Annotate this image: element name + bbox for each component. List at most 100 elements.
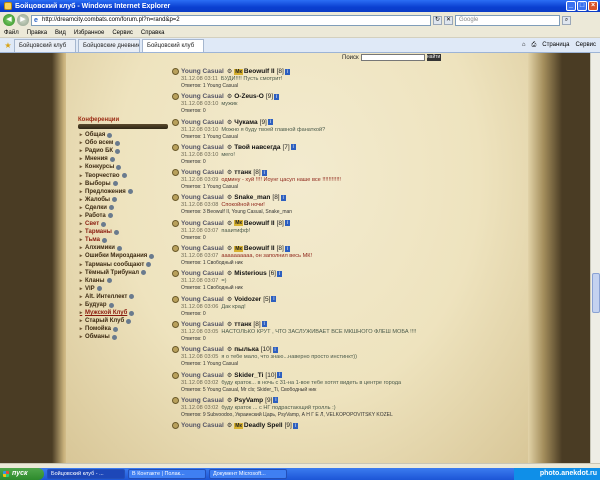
tab-1[interactable]: Бойцовский клуб <box>14 39 76 52</box>
task-item[interactable]: Бойцовский клуб - ... <box>47 469 125 479</box>
print-icon[interactable]: ⎙ <box>531 39 536 52</box>
tools-menu[interactable]: Сервис <box>575 39 596 52</box>
search-icon[interactable]: ⌕ <box>562 15 571 25</box>
refresh-icon[interactable]: ↻ <box>433 15 442 25</box>
start-button[interactable]: пуск <box>0 468 44 480</box>
post-author[interactable]: Young Casual <box>181 119 224 126</box>
post-message[interactable]: 31.12.08 03:07 аааааааааа, он заполнил ве… <box>172 253 522 260</box>
post-target-user[interactable]: Deadly Spell <box>244 422 283 429</box>
post-author[interactable]: Young Casual <box>181 220 224 227</box>
sidebar-item[interactable]: ▸ Тёмный Трибунал <box>78 269 168 277</box>
sidebar-item[interactable]: ▸ Конкурсы <box>78 163 168 171</box>
user-info-icon[interactable]: i <box>261 169 267 176</box>
sidebar-item[interactable]: ▸ Ошибки Мироздания <box>78 252 168 260</box>
post-target-user[interactable]: Skider_Ti <box>234 372 263 379</box>
post-author[interactable]: Young Casual <box>181 245 224 252</box>
sidebar-item[interactable]: ▸ Творчество <box>78 171 168 179</box>
post-author[interactable]: Young Casual <box>181 169 224 176</box>
post-message[interactable]: 31.12.08 03:05 НАСТОЛЬКО КРУТ , ЧТО ЗАСЛУ… <box>172 329 522 336</box>
stop-icon[interactable]: ✕ <box>444 15 453 25</box>
user-info-icon[interactable]: i <box>284 220 290 227</box>
post-author[interactable]: Young Casual <box>181 372 224 379</box>
favorites-star-icon[interactable]: ★ <box>2 40 14 52</box>
post-message[interactable]: 31.12.08 03:07 =) <box>172 278 522 285</box>
post-author[interactable]: Young Casual <box>181 422 224 429</box>
post-target-user[interactable]: Misterious <box>234 270 267 277</box>
sidebar-item[interactable]: ▸ Общая <box>78 131 168 139</box>
sidebar-item[interactable]: ▸ Выборы <box>78 180 168 188</box>
user-info-icon[interactable]: i <box>261 321 267 328</box>
post-target-user[interactable]: ттанк <box>234 321 251 328</box>
sidebar-item[interactable]: ▸ Алхимики <box>78 244 168 252</box>
user-info-icon[interactable]: i <box>271 296 277 303</box>
sidebar-item[interactable]: ▸ Обманы <box>78 333 168 341</box>
forward-button[interactable]: ▶ <box>17 14 29 26</box>
sidebar-item[interactable]: ▸ Тарманы <box>78 228 168 236</box>
sidebar-item[interactable]: ▸ Помойка <box>78 325 168 333</box>
post-target-user[interactable]: Snake_man <box>234 194 270 201</box>
post-target-user[interactable]: Beowulf II <box>244 245 275 252</box>
post-target-user[interactable]: Чукама <box>234 119 257 126</box>
scrollbar[interactable] <box>590 53 600 463</box>
page-menu[interactable]: Страница <box>542 39 569 52</box>
sidebar-item[interactable]: ▸ Работа <box>78 212 168 220</box>
user-info-icon[interactable]: i <box>284 68 290 75</box>
sidebar-item[interactable]: ▸ Будуар <box>78 301 168 309</box>
close-button[interactable]: × <box>588 1 598 11</box>
post-message[interactable]: 31.12.08 03:10 мужик <box>172 101 522 108</box>
post-target-user[interactable]: O-Zeus-O <box>234 93 264 100</box>
sidebar-item[interactable]: ▸ Обо всем <box>78 139 168 147</box>
user-info-icon[interactable]: i <box>280 194 286 201</box>
post-message[interactable]: 31.12.08 03:02 буду краток ... с НГ подра… <box>172 405 522 412</box>
user-info-icon[interactable]: i <box>290 144 296 151</box>
address-input[interactable]: http://dreamcity.combats.com/forum.pl?n=… <box>31 14 431 26</box>
sidebar-item[interactable]: ▸ Мнения <box>78 155 168 163</box>
post-message[interactable]: 31.12.08 03:10 Можно я буду твоей главной… <box>172 127 522 134</box>
sidebar-item[interactable]: ▸ Предложения <box>78 188 168 196</box>
sidebar-item[interactable]: ▸ VIP <box>78 285 168 293</box>
post-target-user[interactable]: PsyVamp <box>234 397 263 404</box>
post-author[interactable]: Young Casual <box>181 93 224 100</box>
post-author[interactable]: Young Casual <box>181 321 224 328</box>
post-message[interactable]: 31.12.08 03:06 Дак крад! <box>172 304 522 311</box>
menu-help[interactable]: Справка <box>141 30 165 36</box>
post-author[interactable]: Young Casual <box>181 194 224 201</box>
tab-2[interactable]: Бойцовские дневники - You... <box>78 39 140 52</box>
user-info-icon[interactable]: i <box>267 119 273 126</box>
post-target-user[interactable]: Beowulf II <box>244 68 275 75</box>
post-author[interactable]: Young Casual <box>181 144 224 151</box>
menu-edit[interactable]: Правка <box>27 30 47 36</box>
tab-3[interactable]: Бойцовский клуб <box>142 39 204 52</box>
forum-search-input[interactable] <box>360 54 425 61</box>
post-author[interactable]: Young Casual <box>181 296 224 303</box>
post-target-user[interactable]: Voidozer <box>234 296 261 303</box>
post-author[interactable]: Young Casual <box>181 346 224 353</box>
post-target-user[interactable]: Beowulf II <box>244 220 275 227</box>
post-author[interactable]: Young Casual <box>181 397 224 404</box>
user-info-icon[interactable]: i <box>277 372 283 379</box>
post-message[interactable]: 31.12.08 03:10 мего! <box>172 152 522 159</box>
post-author[interactable]: Young Casual <box>181 270 224 277</box>
menu-favorites[interactable]: Избранное <box>74 30 104 36</box>
sidebar-item[interactable]: ▸ Тьма <box>78 236 168 244</box>
menu-tools[interactable]: Сервис <box>112 30 133 36</box>
post-message[interactable]: 31.12.08 03:09 одмину - хуй !!!! Йоунг ца… <box>172 177 522 184</box>
minimize-button[interactable]: _ <box>566 1 576 11</box>
forum-search-button[interactable]: найти <box>426 54 441 61</box>
user-info-icon[interactable]: i <box>272 346 278 353</box>
sidebar-item[interactable]: ▸ Кланы <box>78 277 168 285</box>
post-message[interactable]: 31.12.08 03:11 БУДИ!!!! Пусть смотрит! <box>172 76 522 83</box>
menu-view[interactable]: Вид <box>55 30 66 36</box>
post-message[interactable]: 31.12.08 03:07 пааитифф! <box>172 228 522 235</box>
post-target-user[interactable]: Твой навсегда <box>234 144 280 151</box>
sidebar-item[interactable]: ▸ Радио БК <box>78 147 168 155</box>
user-info-icon[interactable]: i <box>277 270 282 277</box>
post-message[interactable]: 31.12.08 03:05 я о тебе мало, что знаю...… <box>172 354 522 361</box>
sidebar-item[interactable]: ▸ Жалобы <box>78 196 168 204</box>
user-info-icon[interactable]: i <box>284 245 290 252</box>
post-message[interactable]: 31.12.08 03:02 буду краток... в ночь с 31… <box>172 380 522 387</box>
home-icon[interactable]: ⌂ <box>522 39 526 52</box>
user-info-icon[interactable]: i <box>273 397 279 404</box>
post-message[interactable]: 31.12.08 03:08 Спокойной ночи! <box>172 202 522 209</box>
maximize-button[interactable]: □ <box>577 1 587 11</box>
